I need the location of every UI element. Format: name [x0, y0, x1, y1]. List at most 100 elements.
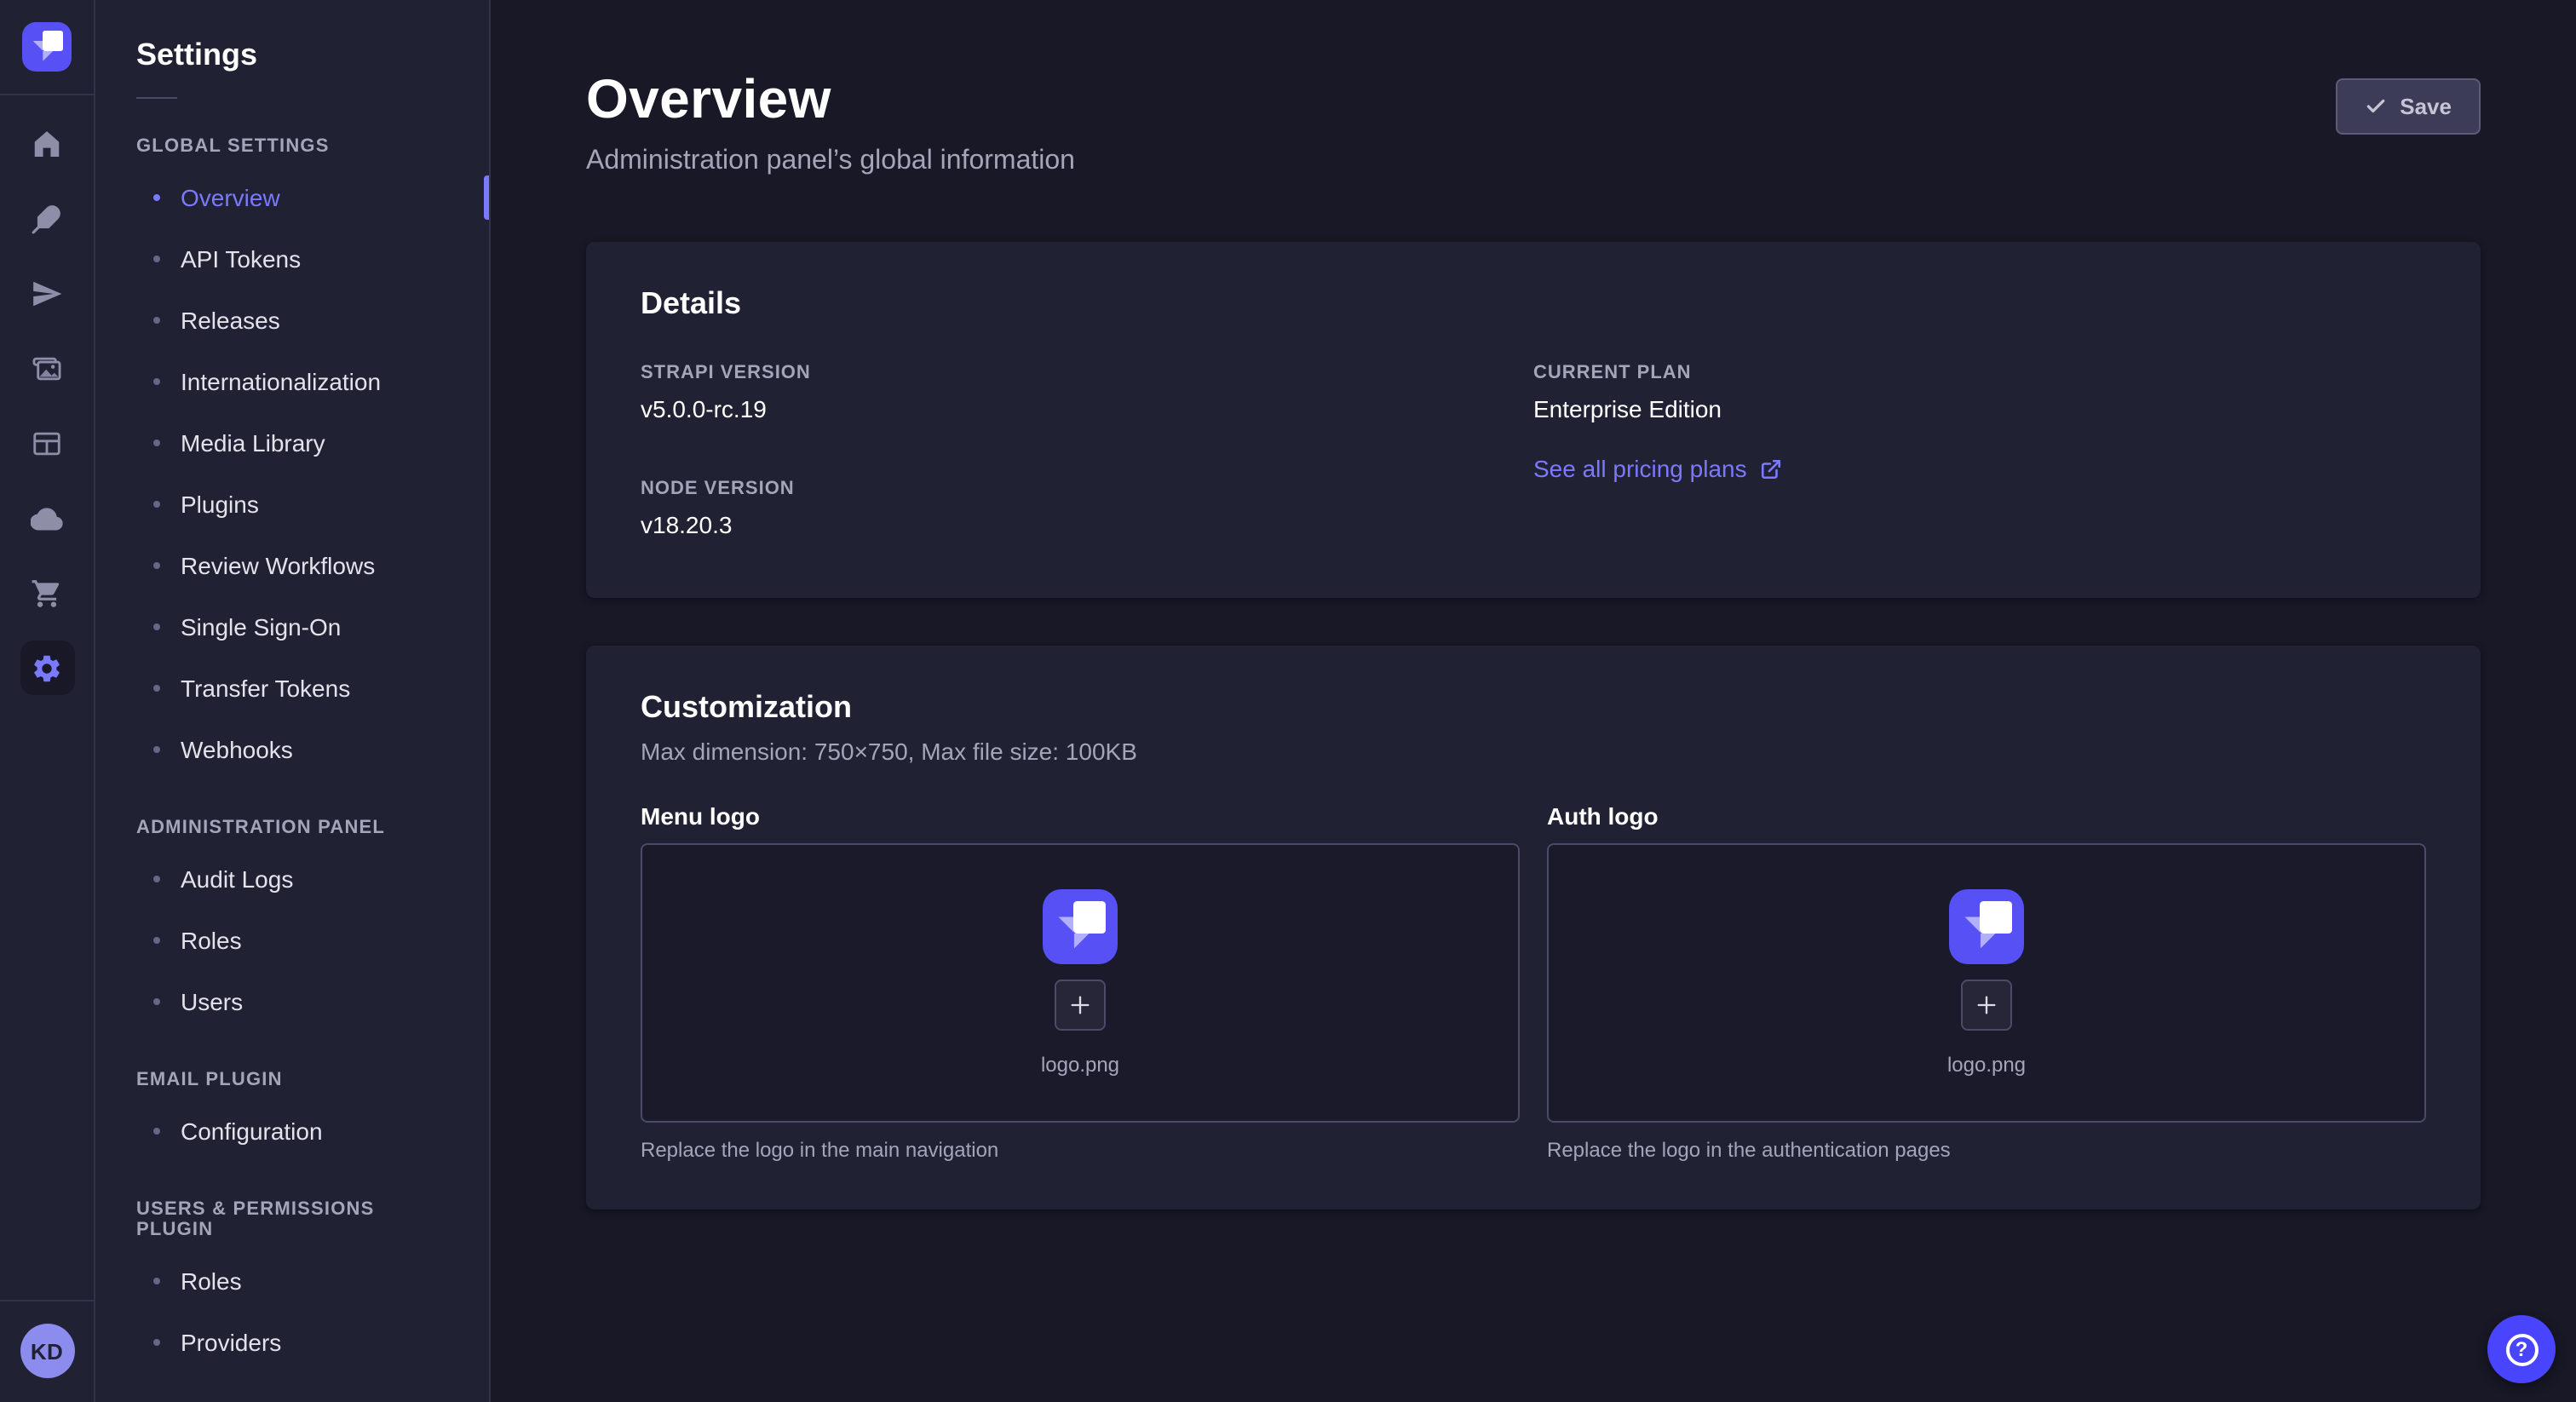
bullet-icon	[153, 256, 160, 262]
bullet-icon	[153, 440, 160, 446]
workspace-logo-wrap	[0, 0, 94, 95]
settings-nav-section: Users & Permissions Plugin Roles Provide…	[95, 1199, 489, 1373]
bullet-icon	[153, 1278, 160, 1284]
bullet-icon	[153, 685, 160, 692]
rail-bottom: KD	[0, 1300, 94, 1402]
bullet-icon	[153, 378, 160, 385]
settings-nav-item-plugins[interactable]: Plugins	[95, 474, 489, 535]
menu-logo-hint: Replace the logo in the main navigation	[641, 1138, 1520, 1162]
settings-nav-item-label: Audit Logs	[181, 865, 293, 893]
bullet-icon	[153, 623, 160, 630]
rail-divider	[0, 1300, 94, 1301]
details-left-column: Strapi Version v5.0.0-rc.19 Node Version…	[641, 363, 1533, 538]
menu-logo-dropzone[interactable]: logo.png	[641, 843, 1520, 1123]
plus-icon	[1975, 993, 1998, 1017]
page-title: Overview	[586, 68, 1075, 131]
logo-grid: Menu logo logo.png Replace the logo in t…	[641, 802, 2426, 1162]
settings-nav-item-media-library[interactable]: Media Library	[95, 412, 489, 474]
settings-nav-item-label: Webhooks	[181, 736, 293, 763]
settings-nav-item-webhooks[interactable]: Webhooks	[95, 719, 489, 780]
auth-logo-preview	[1949, 889, 2024, 964]
settings-nav-section-title-users-permissions-plugin: Users & Permissions Plugin	[136, 1199, 448, 1240]
details-right-column: Current plan Enterprise Edition See all …	[1533, 363, 2426, 538]
rail-nav	[20, 116, 74, 695]
auth-logo-field: Auth logo logo.png Replace the logo in t…	[1547, 802, 2426, 1162]
details-card-title: Details	[641, 286, 2426, 322]
bullet-icon	[153, 501, 160, 508]
settings-nav-section: Email Plugin Configuration	[95, 1070, 489, 1162]
settings-nav-item-providers[interactable]: Providers	[95, 1312, 489, 1373]
settings-nav-item-roles[interactable]: Roles	[95, 1250, 489, 1312]
settings-nav-item-single-sign-on[interactable]: Single Sign-On	[95, 596, 489, 658]
auth-logo-add-button[interactable]	[1961, 980, 2012, 1031]
menu-logo-filename: logo.png	[1041, 1053, 1119, 1077]
settings-nav-item-users[interactable]: Users	[95, 971, 489, 1032]
node-version-value: v18.20.3	[641, 511, 1533, 538]
pricing-plans-link[interactable]: See all pricing plans	[1533, 455, 1783, 482]
settings-nav-item-audit-logs[interactable]: Audit Logs	[95, 848, 489, 910]
settings-nav-item-label: Review Workflows	[181, 552, 375, 579]
save-button[interactable]: Save	[2335, 78, 2481, 135]
bullet-icon	[153, 194, 160, 201]
help-button[interactable]: ?	[2487, 1315, 2556, 1383]
menu-logo-label: Menu logo	[641, 802, 1520, 830]
icon-rail: KD	[0, 0, 95, 1402]
settings-sidebar: Settings Global Settings Overview API To…	[95, 0, 491, 1402]
settings-nav-sections: Global Settings Overview API Tokens Rele…	[95, 136, 489, 1373]
media-library-icon[interactable]	[20, 341, 74, 395]
settings-nav-item-label: Internationalization	[181, 368, 381, 395]
settings-nav-list: Configuration	[95, 1100, 489, 1162]
current-plan-field: Current plan Enterprise Edition	[1533, 363, 2426, 422]
settings-nav-item-internationalization[interactable]: Internationalization	[95, 351, 489, 412]
current-plan-label: Current plan	[1533, 363, 2426, 383]
settings-nav-item-configuration[interactable]: Configuration	[95, 1100, 489, 1162]
question-mark-icon: ?	[2505, 1333, 2538, 1365]
settings-nav-item-releases[interactable]: Releases	[95, 290, 489, 351]
settings-nav-item-roles[interactable]: Roles	[95, 910, 489, 971]
auth-logo-label: Auth logo	[1547, 802, 2426, 830]
settings-nav-section-title-global-settings: Global Settings	[136, 136, 448, 157]
settings-nav-item-label: Roles	[181, 927, 242, 954]
settings-nav-item-label: Roles	[181, 1267, 242, 1295]
bullet-icon	[153, 876, 160, 882]
main-content: Overview Administration panel’s global i…	[491, 0, 2576, 1402]
settings-nav-item-api-tokens[interactable]: API Tokens	[95, 228, 489, 290]
gear-icon[interactable]	[20, 641, 74, 695]
settings-nav-list: Audit Logs Roles Users	[95, 848, 489, 1032]
user-avatar[interactable]: KD	[20, 1324, 74, 1378]
strapi-logo-icon[interactable]	[22, 22, 72, 72]
cloud-icon[interactable]	[20, 491, 74, 545]
bullet-icon	[153, 317, 160, 324]
layout-icon[interactable]	[20, 416, 74, 470]
home-icon[interactable]	[20, 116, 74, 170]
page-header: Overview Administration panel’s global i…	[586, 68, 2481, 177]
feather-icon[interactable]	[20, 191, 74, 245]
settings-nav-item-label: Configuration	[181, 1118, 323, 1145]
settings-nav-item-label: Releases	[181, 307, 280, 334]
pricing-plans-link-label: See all pricing plans	[1533, 455, 1747, 482]
current-plan-value: Enterprise Edition	[1533, 395, 2426, 422]
settings-nav-item-review-workflows[interactable]: Review Workflows	[95, 535, 489, 596]
strapi-version-value: v5.0.0-rc.19	[641, 395, 1533, 422]
auth-logo-dropzone[interactable]: logo.png	[1547, 843, 2426, 1123]
customization-card: Customization Max dimension: 750×750, Ma…	[586, 646, 2481, 1210]
save-button-label: Save	[2400, 94, 2452, 119]
customization-card-subtitle: Max dimension: 750×750, Max file size: 1…	[641, 738, 2426, 765]
bullet-icon	[153, 1128, 160, 1135]
bullet-icon	[153, 746, 160, 753]
auth-logo-hint: Replace the logo in the authentication p…	[1547, 1138, 2426, 1162]
menu-logo-preview	[1043, 889, 1118, 964]
settings-sidebar-title: Settings	[136, 37, 448, 73]
settings-nav-item-label: Media Library	[181, 429, 325, 457]
paper-plane-icon[interactable]	[20, 266, 74, 320]
settings-nav-list: Overview API Tokens Releases Internation…	[95, 167, 489, 780]
settings-nav-section-title-email-plugin: Email Plugin	[136, 1070, 448, 1090]
settings-nav-item-label: Users	[181, 988, 243, 1015]
menu-logo-add-button[interactable]	[1055, 980, 1106, 1031]
settings-nav-item-overview[interactable]: Overview	[95, 167, 489, 228]
settings-nav-item-transfer-tokens[interactable]: Transfer Tokens	[95, 658, 489, 719]
settings-nav-item-label: Plugins	[181, 491, 259, 518]
cart-icon[interactable]	[20, 566, 74, 620]
page-subtitle: Administration panel’s global informatio…	[586, 147, 1075, 177]
settings-nav-list: Roles Providers	[95, 1250, 489, 1373]
